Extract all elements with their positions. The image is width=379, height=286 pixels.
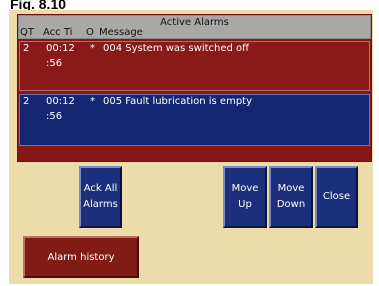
alarm-row-o: * [90,43,95,54]
close-button[interactable]: Close [315,166,358,228]
alarm-row-time: 00:12 [46,96,75,107]
alarm-row-time: 00:12 [46,43,75,54]
move-down-label-line1: Move [277,183,305,194]
alarm-row-message: 005 Fault lubrication is empty [103,96,253,107]
column-header-o[interactable]: O [86,27,94,38]
alarm-row-qt: 2 [23,96,30,107]
move-down-label-line2: Down [276,199,306,210]
move-up-label-line1: Move [231,183,259,194]
alarm-list-header: Active Alarms QT Acc Ti O Message [18,15,371,39]
column-header-qt[interactable]: QT [20,27,34,38]
alarm-list-frame: Active Alarms QT Acc Ti O Message 2 00:1… [17,14,372,162]
alarm-history-label: Alarm history [47,251,115,263]
close-button-label: Close [322,191,351,202]
alarm-row-time-cont: :56 [46,111,63,122]
column-header-message[interactable]: Message [99,27,143,38]
ack-all-alarms-label-line1: Ack All [83,183,118,194]
alarm-row-qt: 2 [23,43,30,54]
alarm-history-button[interactable]: Alarm history [23,236,139,278]
alarm-row-message: 004 System was switched off [103,43,250,54]
move-up-label-line2: Up [238,199,252,210]
move-down-button[interactable]: Move Down [269,166,313,228]
alarm-row[interactable]: 2 00:12 :56 * 004 System was switched of… [19,41,370,91]
ack-all-alarms-button[interactable]: Ack All Alarms [79,166,122,228]
move-up-button[interactable]: Move Up [223,166,267,228]
alarm-window: Active Alarms QT Acc Ti O Message 2 00:1… [9,10,373,284]
alarm-row-o: * [90,96,95,107]
alarm-row-selected[interactable]: 2 00:12 :56 * 005 Fault lubrication is e… [19,94,370,146]
column-header-acc-time[interactable]: Acc Ti [43,27,72,38]
ack-all-alarms-label-line2: Alarms [83,199,118,210]
alarm-row-time-cont: :56 [46,58,63,69]
